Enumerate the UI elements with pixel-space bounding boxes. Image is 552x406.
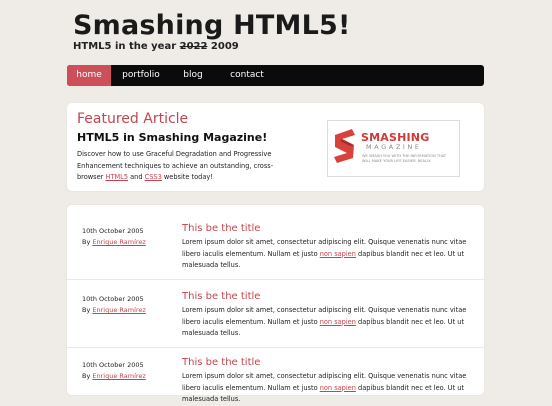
featured-subtitle: HTML5 in Smashing Magazine! bbox=[77, 131, 268, 144]
byline-label: By bbox=[82, 306, 93, 314]
post-date: 10th October 2005 bbox=[82, 361, 144, 369]
featured-body-text: website today! bbox=[161, 173, 213, 181]
post-author-link[interactable]: Enrique Ramírez bbox=[92, 306, 145, 314]
logo-magazine: MAGAZINE bbox=[366, 143, 422, 151]
nav-item-contact[interactable]: contact bbox=[215, 65, 279, 86]
post-inline-link[interactable]: non sapien bbox=[320, 250, 356, 258]
post-author-link[interactable]: Enrique Ramírez bbox=[92, 372, 145, 380]
site-title: Smashing HTML5! bbox=[73, 10, 351, 41]
byline-label: By bbox=[82, 372, 93, 380]
post-excerpt: Lorem ipsum dolor sit amet, consectetur … bbox=[182, 371, 472, 406]
post-date: 10th October 2005 bbox=[82, 295, 144, 303]
featured-article: Featured Article HTML5 in Smashing Magaz… bbox=[67, 103, 484, 191]
logo-tagline: WE SMASH YOU WITH THE INFORMATION THAT W… bbox=[362, 154, 447, 163]
tagline-prefix: HTML5 in the year bbox=[73, 41, 180, 52]
post-byline: By Enrique Ramírez bbox=[82, 238, 146, 246]
css3-link[interactable]: CSS3 bbox=[145, 173, 162, 181]
nav-item-portfolio[interactable]: portfolio bbox=[111, 65, 171, 86]
post-inline-link[interactable]: non sapien bbox=[320, 318, 356, 326]
post-title[interactable]: This be the title bbox=[182, 357, 260, 368]
post-divider bbox=[67, 279, 484, 280]
main-nav: home portfolio blog contact bbox=[67, 65, 484, 86]
post-byline: By Enrique Ramírez bbox=[82, 372, 146, 380]
nav-item-home[interactable]: home bbox=[67, 65, 111, 86]
post-excerpt: Lorem ipsum dolor sit amet, consectetur … bbox=[182, 305, 472, 340]
post-title[interactable]: This be the title bbox=[182, 223, 260, 234]
site-tagline: HTML5 in the year 2022 2009 bbox=[73, 41, 239, 52]
featured-body: Discover how to use Graceful Degradation… bbox=[77, 149, 282, 184]
tagline-year: 2009 bbox=[207, 41, 239, 52]
smashing-s-icon bbox=[334, 129, 355, 163]
post-title[interactable]: This be the title bbox=[182, 291, 260, 302]
post-excerpt: Lorem ipsum dolor sit amet, consectetur … bbox=[182, 237, 472, 272]
featured-heading: Featured Article bbox=[77, 111, 189, 127]
byline-label: By bbox=[82, 238, 93, 246]
featured-body-text: and bbox=[128, 173, 145, 181]
nav-item-blog[interactable]: blog bbox=[171, 65, 215, 86]
post-divider bbox=[67, 347, 484, 348]
html5-link[interactable]: HTML5 bbox=[105, 173, 128, 181]
post-byline: By Enrique Ramírez bbox=[82, 306, 146, 314]
smashing-magazine-logo[interactable]: SMASHING MAGAZINE WE SMASH YOU WITH THE … bbox=[327, 120, 460, 177]
post-inline-link[interactable]: non sapien bbox=[320, 384, 356, 392]
post-date: 10th October 2005 bbox=[82, 227, 144, 235]
post-list: 10th October 2005 By Enrique Ramírez Thi… bbox=[67, 205, 484, 403]
tagline-struck-year: 2022 bbox=[179, 41, 208, 52]
post-author-link[interactable]: Enrique Ramírez bbox=[92, 238, 145, 246]
